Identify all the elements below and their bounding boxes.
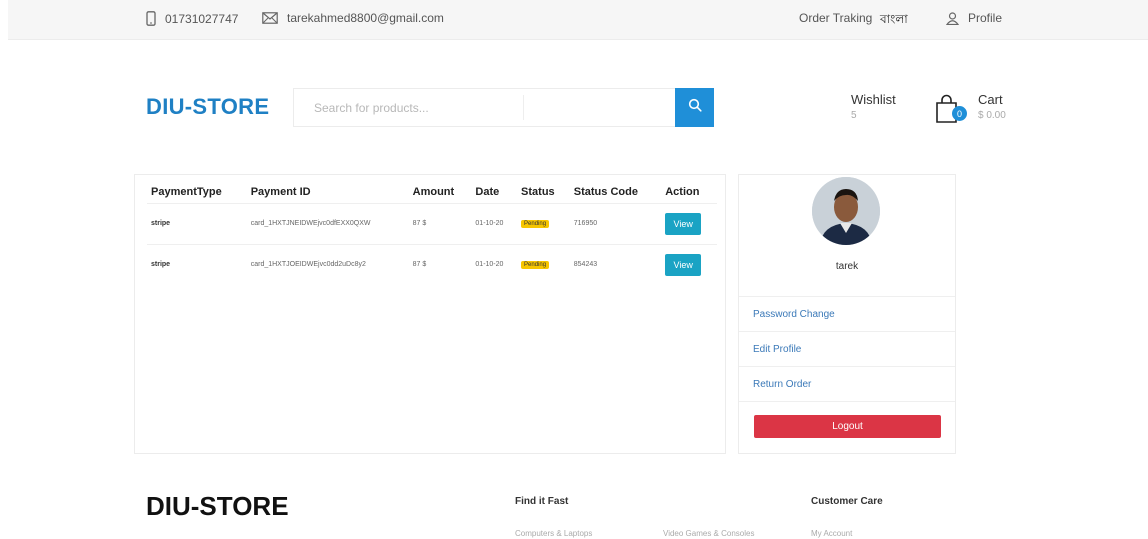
status-code: 854243 <box>569 243 662 285</box>
payment-type: stripe <box>147 243 247 285</box>
phone-icon <box>146 11 156 26</box>
cart-icon[interactable]: 0 <box>934 94 968 124</box>
column-header: Amount <box>412 185 455 198</box>
cart-amount: $ 0.00 <box>978 110 1006 121</box>
payment-amount: 87 $ <box>408 243 472 285</box>
table-row: stripe card_1HXTJNEIDWEjvc0dfEXX0QXW 87 … <box>147 202 717 244</box>
table-header-row: PaymentType Payment ID Amount Date Statu… <box>147 181 717 203</box>
view-button[interactable]: View <box>665 253 702 276</box>
order-tracking-link[interactable]: Order Traking <box>799 11 872 25</box>
footer-link-video-games[interactable]: Video Games & Consoles <box>663 529 754 538</box>
column-header: Action <box>665 185 700 198</box>
footer-link-my-account[interactable]: My Account <box>811 529 852 538</box>
column-header: Payment ID <box>250 185 311 198</box>
avatar <box>812 177 880 245</box>
status-code: 716950 <box>569 202 662 244</box>
phone-contact: 01731027747 <box>146 11 238 26</box>
return-order-link[interactable]: Return Order <box>739 366 955 401</box>
username: tarek <box>835 261 859 272</box>
action-cell: View <box>661 202 717 244</box>
status-badge: Pending <box>521 219 550 228</box>
site-logo[interactable]: DIU-STORE <box>146 94 269 120</box>
top-bar: 01731027747 tarekahmed8800@gmail.com Ord… <box>8 0 1148 40</box>
find-it-fast-heading: Find it Fast <box>515 496 569 507</box>
profile-link[interactable]: Profile <box>946 11 1002 25</box>
footer-link-computers-laptops[interactable]: Computers & Laptops <box>515 529 592 538</box>
payment-amount: 87 $ <box>408 202 472 244</box>
wishlist-link[interactable]: Wishlist 5 <box>851 92 896 121</box>
search-icon <box>688 98 702 117</box>
profile-card: tarek Password Change Edit Profile Retur… <box>738 174 956 454</box>
footer-logo[interactable]: DIU-STORE <box>146 491 289 522</box>
email-contact: tarekahmed8800@gmail.com <box>262 11 444 25</box>
cart-label: Cart <box>978 92 1003 107</box>
column-header: Date <box>475 185 500 198</box>
wishlist-count: 5 <box>851 110 857 121</box>
profile-label: Profile <box>968 11 1003 25</box>
status-cell: Pending <box>517 202 570 244</box>
phone-number: 01731027747 <box>165 11 239 26</box>
view-button[interactable]: View <box>665 212 702 235</box>
divider <box>739 401 955 402</box>
logout-button[interactable]: Logout <box>754 415 941 438</box>
column-header: Status Code <box>573 185 638 198</box>
payment-id: card_1HXTJNEIDWEjvc0dfEXX0QXW <box>246 202 409 244</box>
user-icon <box>946 11 959 25</box>
search-bar <box>293 88 714 127</box>
payments-table: PaymentType Payment ID Amount Date Statu… <box>147 181 717 285</box>
payment-id: card_1HXTJOEIDWEjvc0dd2uDc8y2 <box>246 243 409 285</box>
column-header: PaymentType <box>151 185 222 198</box>
envelope-icon <box>262 12 278 24</box>
payment-date: 01-10-20 <box>471 243 518 285</box>
cart-count-badge: 0 <box>952 106 967 121</box>
search-button[interactable] <box>675 88 714 127</box>
payments-card: PaymentType Payment ID Amount Date Statu… <box>134 174 726 454</box>
action-cell: View <box>661 243 717 285</box>
status-badge: Pending <box>521 260 550 269</box>
cart-link[interactable]: Cart $ 0.00 <box>978 92 1006 121</box>
password-change-link[interactable]: Password Change <box>739 296 955 331</box>
wishlist-label: Wishlist <box>851 92 896 107</box>
column-header: Status <box>521 185 555 198</box>
table-row: stripe card_1HXTJOEIDWEjvc0dd2uDc8y2 87 … <box>147 243 717 285</box>
customer-care-heading: Customer Care <box>811 496 883 507</box>
edit-profile-link[interactable]: Edit Profile <box>739 331 955 366</box>
search-divider <box>523 95 524 120</box>
payment-type: stripe <box>147 202 247 244</box>
email-address: tarekahmed8800@gmail.com <box>287 11 444 25</box>
search-input[interactable] <box>294 89 524 126</box>
payment-date: 01-10-20 <box>471 202 518 244</box>
language-switch-link[interactable]: বাংলা <box>880 11 908 31</box>
status-cell: Pending <box>517 243 570 285</box>
